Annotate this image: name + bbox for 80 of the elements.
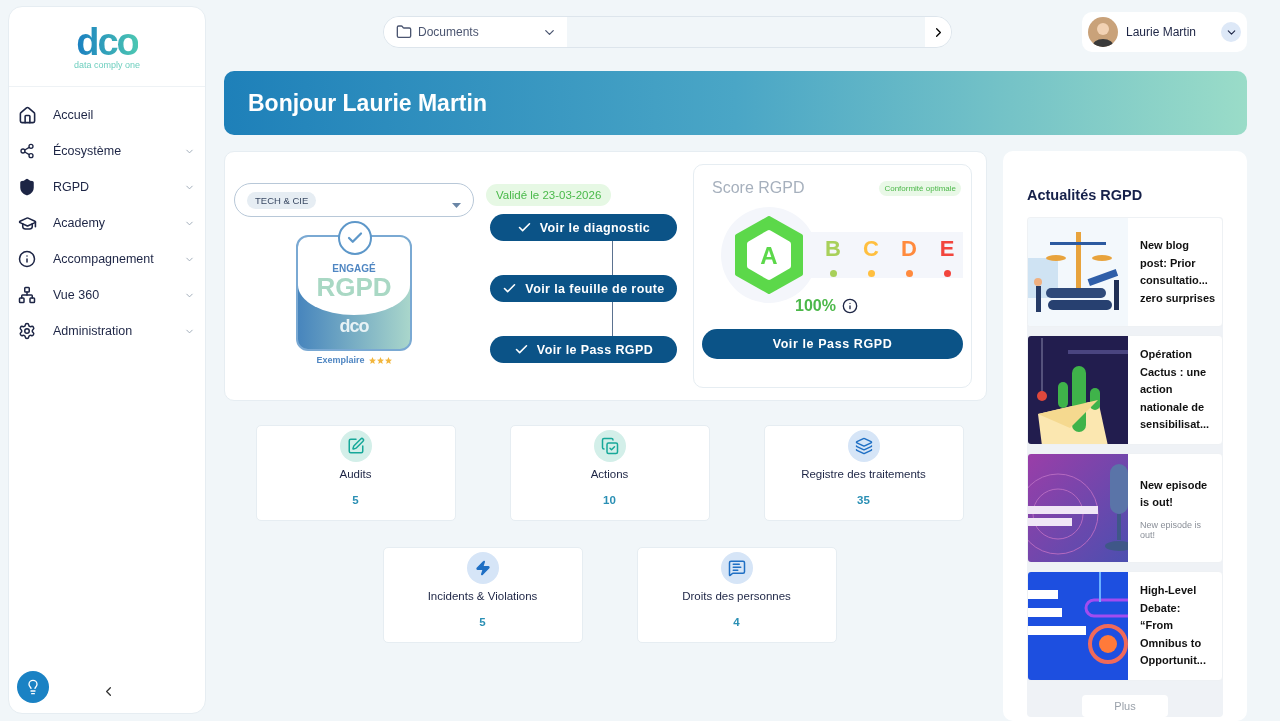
- grade-letter: B: [825, 236, 841, 262]
- nav-label: Vue 360: [53, 288, 101, 302]
- info-icon[interactable]: [841, 298, 858, 314]
- news-headline: Opération Cactus : une action nationale de sensibilisat...: [1140, 347, 1211, 433]
- logo-tagline: data comply one: [73, 59, 140, 70]
- next-button[interactable]: [925, 17, 951, 47]
- stat-value: 5: [479, 616, 486, 628]
- info-icon: [17, 250, 37, 268]
- company-tag: TECH & CIE: [247, 191, 317, 209]
- nav-item[interactable]: Academy: [9, 205, 205, 241]
- stat-value: 35: [857, 494, 870, 506]
- stat-card[interactable]: Droits des personnes 4: [636, 547, 837, 643]
- hierarchy-icon: [17, 286, 37, 304]
- news-headline: New episode is out!: [1140, 477, 1209, 510]
- home-icon: [17, 105, 37, 125]
- stat-label: Incidents & Violations: [427, 590, 538, 602]
- stat-card[interactable]: Actions 10: [509, 425, 710, 521]
- grade-letter: C: [863, 236, 879, 262]
- nav-label: Écosystème: [53, 144, 123, 158]
- settings-icon: [17, 322, 37, 340]
- pass-button[interactable]: Voir le Pass RGPD: [702, 329, 963, 359]
- stat-card[interactable]: Audits 5: [255, 425, 456, 521]
- edit-icon: [339, 430, 372, 462]
- status-chip: Conformité optimale: [879, 180, 961, 196]
- stat-label: Actions: [590, 468, 629, 480]
- news-card[interactable]: New blog post: Prior consultatio... zero surprises: [1027, 217, 1223, 327]
- shield-icon: [17, 178, 37, 196]
- user-menu[interactable]: Laurie Martin: [1082, 12, 1247, 52]
- step-button[interactable]: Voir le diagnostic: [490, 214, 677, 241]
- folder-dropdown[interactable]: Documents: [384, 17, 567, 47]
- stat-card[interactable]: Registre des traitements 35: [763, 425, 964, 521]
- checklist-icon: [593, 430, 626, 462]
- nav-label: Accueil: [53, 108, 95, 122]
- nav-item[interactable]: RGPD: [9, 169, 205, 205]
- nav-item[interactable]: Administration: [9, 313, 205, 349]
- news-card[interactable]: New episode is out! New episode is out!: [1027, 453, 1223, 563]
- grade-letter: E: [939, 236, 955, 262]
- nav-item[interactable]: Vue 360: [9, 277, 205, 313]
- news-headline: New blog post: Prior consultatio... zero surprises: [1140, 238, 1216, 306]
- news-title: Actualités RGPD: [1027, 187, 1144, 203]
- step-button[interactable]: Voir la feuille de route: [490, 275, 677, 302]
- step-button[interactable]: Voir le Pass RGPD: [490, 336, 677, 363]
- avatar: [1088, 17, 1118, 47]
- badge-caption: Exemplaire: [316, 355, 365, 365]
- nav-item[interactable]: Écosystème: [9, 133, 205, 169]
- caret-icon: [452, 202, 461, 208]
- lightning-icon: [466, 552, 499, 584]
- stat-value: 4: [733, 616, 740, 628]
- news-card[interactable]: Opération Cactus : une action nationale de sensibilisat...: [1027, 335, 1223, 445]
- nav-label: Administration: [53, 324, 134, 338]
- stat-card[interactable]: Incidents & Violations 5: [382, 547, 583, 643]
- nav-item[interactable]: Accueil: [9, 97, 205, 133]
- welcome-title: Bonjour Laurie Martin: [248, 89, 487, 117]
- nav-item[interactable]: Accompagnement: [9, 241, 205, 277]
- stat-value: 5: [352, 494, 359, 506]
- news-card[interactable]: High-Level Debate: “From Omnibus to Opportunit...: [1027, 571, 1223, 681]
- score-title: Score RGPD: [712, 179, 805, 197]
- nav-label: Academy: [53, 216, 107, 230]
- layers-icon: [847, 430, 880, 462]
- grade-letter: D: [901, 236, 917, 262]
- network-icon: [17, 143, 37, 159]
- lightbulb-icon: [25, 679, 41, 695]
- message-icon: [720, 552, 753, 584]
- validation-date: Validé le 23-03-2026: [486, 184, 612, 206]
- news-headline: High-Level Debate: “From Omnibus to Opportunit...: [1140, 583, 1207, 669]
- stat-label: Audits: [339, 468, 372, 480]
- badge-logo: dco: [339, 316, 369, 337]
- caret-icon: [1221, 22, 1241, 42]
- stat-label: Registre des traitements: [801, 468, 926, 480]
- badge-label: ENGAGÉ: [332, 263, 376, 274]
- grade-hexagon: A: [734, 216, 804, 294]
- news-summary: New episode is out!: [1140, 519, 1203, 540]
- badge-title: RGPD: [316, 274, 392, 300]
- folder-icon: [396, 24, 412, 40]
- score-percent: 100%: [795, 297, 836, 315]
- stat-label: Droits des personnes: [682, 590, 791, 602]
- nav-label: Accompagnement: [53, 252, 155, 266]
- nav-label: RGPD: [53, 180, 91, 194]
- lightbulb-button[interactable]: [17, 671, 49, 703]
- stat-value: 10: [603, 494, 616, 506]
